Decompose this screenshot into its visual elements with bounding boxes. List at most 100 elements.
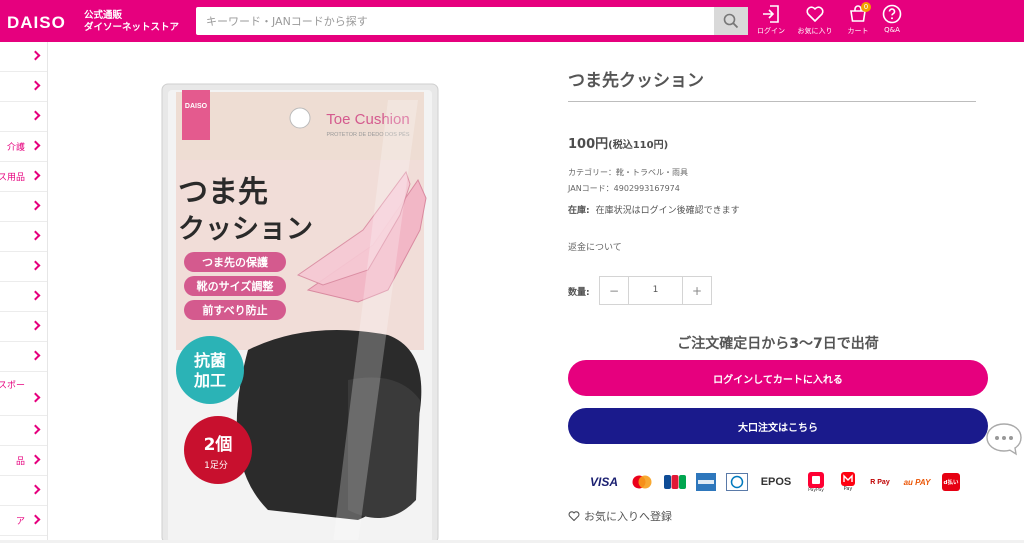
payment-methods: VISA EPOS PayPay Pay R Pay au PAY d払い [588, 469, 970, 495]
quantity-minus-button[interactable]: − [600, 277, 628, 304]
product-jan: JANコード：4902993167974 [568, 184, 680, 193]
favorites-nav[interactable]: お気に入り [797, 4, 833, 36]
favorites-link-label: お気に入りへ登録 [584, 510, 672, 523]
quantity-stepper: − 1 + [599, 276, 712, 305]
chevron-right-icon [30, 80, 41, 91]
store-name-line-1: 公式通販 [84, 10, 123, 21]
quantity-input[interactable]: 1 [628, 277, 683, 304]
login-nav[interactable]: ログイン [753, 4, 789, 36]
refund-link[interactable]: 返金について [568, 240, 622, 253]
product-image[interactable]: DAISO Toe Cushion PROTETOR DE DEDO DOS P… [158, 80, 442, 543]
badge-text: 抗菌 [194, 351, 226, 370]
feature-text: 前すべり防止 [202, 303, 267, 317]
heart-icon [806, 6, 824, 22]
chevron-right-icon [30, 140, 41, 151]
qa-nav[interactable]: Q&A [874, 4, 910, 34]
sidebar-item[interactable]: ア [0, 506, 47, 536]
sidebar-item-label: 介護 [6, 143, 25, 153]
sidebar-item[interactable] [0, 312, 47, 342]
heart-outline-icon [568, 511, 580, 522]
top-header: DAISO 公式通販 ダイソーネットストア ログイン お気に入り 0 カート Q… [0, 0, 1024, 42]
cart-label: カート [847, 27, 869, 35]
stock-label: 在庫: [568, 206, 590, 216]
chevron-right-icon [30, 290, 41, 301]
merpay-logo: Pay [838, 472, 858, 492]
login-label: ログイン [757, 27, 785, 35]
sidebar-item-label: ア [15, 517, 25, 527]
package-name-jp-1: つま先 [178, 175, 268, 210]
chevron-right-icon [30, 170, 41, 181]
epos-logo: EPOS [760, 476, 792, 488]
sidebar-item[interactable] [0, 192, 47, 222]
chevron-right-icon [30, 514, 41, 525]
chevron-right-icon [30, 110, 41, 121]
chevron-right-icon [30, 392, 41, 403]
chevron-right-icon [30, 350, 41, 361]
add-to-favorites-link[interactable]: お気に入りへ登録 [568, 508, 672, 524]
search-input[interactable] [196, 7, 714, 35]
sidebar-item[interactable] [0, 72, 47, 102]
favorites-label: お気に入り [797, 27, 833, 35]
sidebar-item[interactable] [0, 342, 47, 372]
feature-text: 靴のサイズ調整 [197, 279, 274, 293]
cart-nav[interactable]: 0 カート [840, 2, 876, 36]
feature-text: つま先の保護 [202, 255, 269, 269]
rakuten-pay-logo: R Pay [870, 478, 890, 486]
amex-logo [696, 473, 716, 491]
login-icon [763, 5, 779, 23]
chevron-right-icon [30, 50, 41, 61]
chevron-right-icon [30, 454, 41, 465]
stock-value: 在庫状況はログイン後確認できます [595, 206, 740, 216]
chevron-right-icon [30, 230, 41, 241]
daiso-package-logo [182, 90, 210, 140]
sidebar-item-label: ス用品 [0, 173, 25, 183]
chevron-right-icon [30, 200, 41, 211]
sidebar-item[interactable] [0, 282, 47, 312]
sidebar-item[interactable] [0, 42, 47, 72]
sidebar-item[interactable] [0, 252, 47, 282]
sidebar-item-label: 品 [15, 457, 25, 467]
search-bar [196, 7, 748, 35]
chevron-right-icon [30, 424, 41, 435]
daiso-logo[interactable]: DAISO [7, 13, 66, 33]
product-category: カテゴリー：靴・トラベル・雨具 [568, 168, 688, 177]
visa-logo: VISA [589, 475, 618, 489]
price-tax: (税込110円) [608, 140, 669, 151]
qa-label: Q&A [884, 26, 900, 34]
stock-status: 在庫: 在庫状況はログイン後確認できます [568, 203, 740, 216]
au-pay-logo: au PAY [903, 477, 931, 487]
chevron-right-icon [30, 484, 41, 495]
product-price: 100円(税込110円) [568, 133, 668, 152]
product-title: つま先クッション [568, 71, 704, 91]
sidebar-item-label: スポー [0, 381, 25, 391]
search-button[interactable] [714, 7, 748, 35]
diners-logo [726, 473, 748, 491]
sidebar-item[interactable] [0, 416, 47, 446]
sidebar-item[interactable]: ス用品 [0, 162, 47, 192]
badge-text: 加工 [193, 371, 226, 390]
search-icon [723, 13, 739, 29]
chevron-right-icon [30, 260, 41, 271]
sidebar-item[interactable]: スポー [0, 372, 47, 416]
count-text: 2個 [204, 434, 233, 455]
bulk-order-button[interactable]: 大口注文はこちら [568, 408, 988, 444]
sidebar-item[interactable] [0, 102, 47, 132]
jcb-logo [664, 474, 686, 490]
store-name[interactable]: 公式通販 ダイソーネットストア [84, 10, 179, 34]
login-add-to-cart-button[interactable]: ログインしてカートに入れる [568, 360, 988, 396]
sidebar-item[interactable] [0, 222, 47, 252]
price-value: 100円 [568, 137, 609, 152]
sidebar-item[interactable] [0, 476, 47, 506]
package-brand: DAISO [185, 103, 208, 110]
sidebar-item[interactable]: 介護 [0, 132, 47, 162]
mastercard-logo [630, 474, 654, 490]
antibacterial-badge [176, 336, 244, 404]
d-barai-logo: d払い [942, 473, 960, 491]
category-sidebar: 介護 ス用品 スポー 品 ア [0, 42, 48, 543]
quantity-plus-button[interactable]: + [683, 277, 711, 304]
chat-bubble-icon[interactable] [985, 421, 1023, 457]
chevron-right-icon [30, 320, 41, 331]
sidebar-item[interactable]: 品 [0, 446, 47, 476]
shipping-notice: ご注文確定日から3〜7日で出荷 [677, 336, 879, 352]
count-sub-text: 1足分 [204, 460, 228, 471]
